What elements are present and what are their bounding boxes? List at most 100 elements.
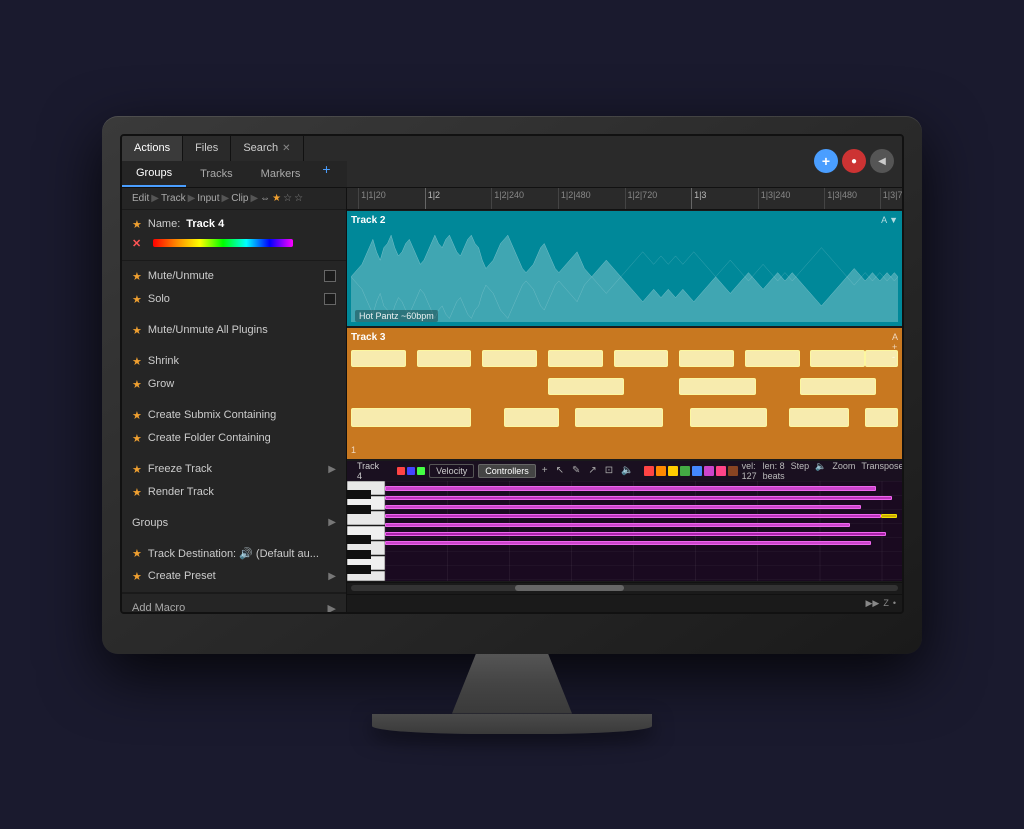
vel-value: vel: 127 — [742, 461, 757, 481]
piano-svg — [347, 481, 385, 581]
menu-item-destination[interactable]: ★ Track Destination: 🔊 (Default au... — [122, 542, 346, 565]
menu-item-folder[interactable]: ★ Create Folder Containing — [122, 427, 346, 450]
plus-tool[interactable]: + — [540, 465, 550, 476]
select-tool[interactable]: ⊡ — [603, 465, 615, 476]
pr-note-7 — [745, 350, 800, 367]
menu-item-mute[interactable]: ★ Mute/Unmute — [122, 265, 346, 288]
ruler-mark-2: 1|2 — [425, 188, 440, 209]
menu-item-preset[interactable]: ★ Create Preset ▶ — [122, 565, 346, 588]
subtab-groups[interactable]: Groups — [122, 161, 186, 187]
star-render: ★ — [132, 486, 142, 499]
ruler-mark-5: 1|2|720 — [625, 188, 658, 209]
pr-note-2 — [417, 350, 472, 367]
add-macro-arrow: ▶ — [328, 602, 336, 612]
monitor-wrapper: Actions Files Search ✕ — [102, 116, 922, 734]
menu-item-mute-plugins[interactable]: ★ Mute/Unmute All Plugins — [122, 319, 346, 342]
pr-note-l5 — [789, 408, 849, 427]
color-x-btn[interactable]: ✕ — [132, 237, 141, 250]
breadcrumb-star1: ★ — [272, 193, 281, 204]
tab-actions-label: Actions — [134, 142, 170, 154]
scrollbar-thumb[interactable] — [515, 585, 624, 591]
tab-search[interactable]: Search ✕ — [231, 136, 303, 162]
swatch-green[interactable] — [680, 466, 690, 476]
menu-item-solo[interactable]: ★ Solo — [122, 288, 346, 311]
solo-checkbox[interactable] — [324, 293, 336, 305]
left-panel: Edit ▶ Track ▶ Input ▶ Clip ▶ ⇔ ★ ☆ ☆ — [122, 188, 347, 612]
timeline-ruler: 1|1|20 1|2 1|2|240 1|2|480 1|2|720 1|3 1… — [347, 188, 902, 210]
groups-label: Groups — [132, 517, 168, 529]
color-bar-row: ✕ — [122, 235, 346, 256]
midi-note-row2 — [385, 496, 892, 500]
menu-bar: Actions Files Search ✕ — [122, 136, 902, 188]
groups-arrow: ▶ — [328, 517, 336, 528]
swatch-brown[interactable] — [728, 466, 738, 476]
bottom-z[interactable]: Z — [883, 598, 889, 608]
menu-item-freeze[interactable]: ★ Freeze Track ▶ — [122, 458, 346, 481]
menu-item-render[interactable]: ★ Render Track — [122, 481, 346, 504]
name-value: Track 4 — [186, 218, 224, 230]
cursor-tool[interactable]: ↖ — [554, 465, 566, 476]
piano-keys — [347, 481, 385, 581]
star-mute-plugins: ★ — [132, 324, 142, 337]
name-section: ★ Name: Track 4 ✕ — [122, 210, 346, 261]
star-folder: ★ — [132, 432, 142, 445]
ruler-mark-3: 1|2|240 — [491, 188, 524, 209]
mute-plugins-label: Mute/Unmute All Plugins — [148, 324, 268, 336]
pointer-tool[interactable]: ↗ — [586, 465, 598, 476]
swatch-orange[interactable] — [656, 466, 666, 476]
subtab-markers[interactable]: Markers — [247, 161, 315, 187]
track-2[interactable]: Track 2 A ▼ — [347, 211, 902, 327]
add-tab-button[interactable]: + — [314, 161, 338, 187]
menu-item-grow[interactable]: ★ Grow — [122, 373, 346, 396]
swatch-yellow[interactable] — [668, 466, 678, 476]
breadcrumb-track[interactable]: Track — [161, 193, 186, 204]
midi-note-row1 — [385, 486, 876, 491]
step-speaker[interactable]: 🔈 — [815, 461, 826, 481]
pr-note-8 — [810, 350, 865, 367]
tab-actions[interactable]: Actions — [122, 136, 183, 162]
breadcrumb-input[interactable]: Input — [197, 193, 219, 204]
add-macro-button[interactable]: Add Macro ▶ — [122, 593, 346, 612]
freeze-label: Freeze Track — [148, 463, 212, 475]
bottom-controls: ▶▶ Z • — [347, 594, 902, 612]
menu-item-submix[interactable]: ★ Create Submix Containing — [122, 404, 346, 427]
vel-info: vel: 127 len: 8 beats Step 🔈 Zoom Transp… — [742, 461, 902, 481]
menu-item-groups[interactable]: Groups ▶ — [122, 512, 346, 534]
tab-files[interactable]: Files — [183, 136, 231, 162]
transport-controls: + ● ◀ — [347, 136, 902, 187]
menu-item-shrink[interactable]: ★ Shrink — [122, 350, 346, 373]
controllers-tab[interactable]: Controllers — [478, 464, 536, 478]
freeze-arrow: ▶ — [328, 464, 336, 475]
star-submix: ★ — [132, 409, 142, 422]
track-4[interactable]: Track 4 Velocity Controllers — [347, 461, 902, 581]
nav-button[interactable]: ◀ — [870, 149, 894, 173]
speaker-tool[interactable]: 🔈 — [619, 465, 635, 476]
swatch-blue[interactable] — [692, 466, 702, 476]
ruler-mark-6: 1|3 — [691, 188, 706, 209]
tab-search-close[interactable]: ✕ — [282, 143, 290, 154]
swatch-purple[interactable] — [704, 466, 714, 476]
swatch-red[interactable] — [644, 466, 654, 476]
scrollbar-track[interactable] — [351, 585, 898, 591]
add-button[interactable]: + — [814, 149, 838, 173]
swatch-pink[interactable] — [716, 466, 726, 476]
star-preset: ★ — [132, 570, 142, 583]
velocity-tab[interactable]: Velocity — [429, 464, 474, 478]
track-container: Track 2 A ▼ — [347, 210, 902, 582]
transpose-label: Transpose — [861, 461, 902, 481]
main-content: Edit ▶ Track ▶ Input ▶ Clip ▶ ⇔ ★ ☆ ☆ — [122, 188, 902, 612]
subtab-groups-label: Groups — [136, 167, 172, 179]
record-button[interactable]: ● — [842, 149, 866, 173]
track-3[interactable]: Track 3 A+- — [347, 328, 902, 458]
breadcrumb-clip[interactable]: Clip — [231, 193, 248, 204]
clip-label: Hot Pantz ~60bpm — [355, 310, 438, 322]
pr-note-m3 — [800, 378, 877, 395]
midi-editor-area[interactable] — [385, 481, 902, 581]
bottom-arrow[interactable]: ▶▶ — [866, 598, 880, 609]
zoom-label: Zoom — [832, 461, 855, 481]
subtab-tracks[interactable]: Tracks — [186, 161, 247, 187]
pencil-tool[interactable]: ✎ — [570, 465, 582, 476]
color-bar[interactable] — [153, 239, 293, 247]
spacer-5 — [122, 504, 346, 512]
mute-checkbox[interactable] — [324, 270, 336, 282]
